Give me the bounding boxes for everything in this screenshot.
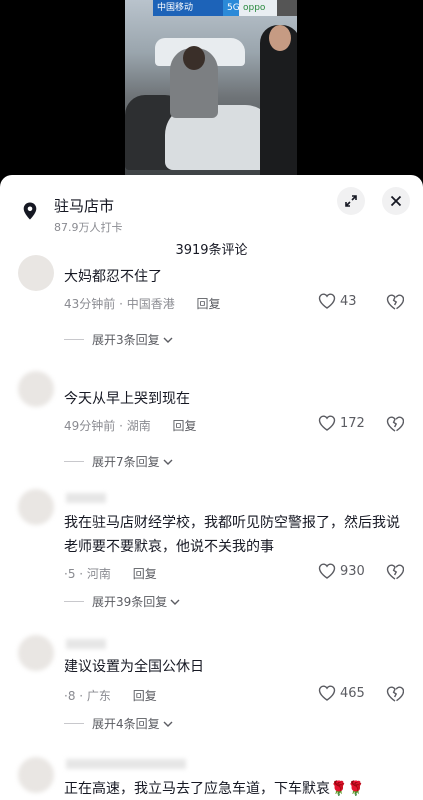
person-standing	[260, 25, 297, 175]
comment-meta: 49分钟前 · 湖南 回复	[64, 417, 197, 434]
comment-text: 建议设置为全国公休日	[64, 659, 204, 675]
comment-text: 今天从早上哭到现在	[64, 391, 190, 407]
avatar[interactable]	[18, 757, 54, 793]
heart-icon	[318, 293, 336, 309]
reply-button[interactable]: 回复	[173, 419, 197, 433]
heart-icon	[318, 415, 336, 431]
comment-text: 我在驻马店财经学校，我都听见防空警报了，然后我说老师要不要默哀，他说不关我的事	[64, 515, 400, 555]
comment-meta: ·5 · 河南 回复	[64, 565, 157, 582]
avatar[interactable]	[18, 371, 54, 407]
expand-icon	[345, 195, 357, 207]
like-button[interactable]: 172	[318, 415, 365, 431]
dislike-icon[interactable]	[386, 564, 404, 580]
avatar[interactable]	[18, 255, 54, 291]
location-pin-icon	[23, 202, 37, 220]
store-sign	[277, 0, 297, 16]
like-button[interactable]: 43	[318, 293, 357, 309]
username-blurred	[66, 493, 106, 503]
heart-icon	[318, 685, 336, 701]
comment-time-location: 49分钟前 · 湖南	[64, 419, 151, 433]
expand-replies-button[interactable]: 展开4条回复	[64, 715, 174, 732]
expand-replies-button[interactable]: 展开39条回复	[64, 593, 181, 610]
chevron-down-icon	[170, 599, 180, 605]
comments-count: 3919条评论	[175, 243, 248, 258]
store-sign: 中国移动	[153, 0, 231, 16]
like-button[interactable]: 465	[318, 685, 365, 701]
expand-button[interactable]	[337, 187, 365, 215]
expand-replies-button[interactable]: 展开3条回复	[64, 331, 174, 348]
video-frame: 中国移动 5G oppo	[125, 0, 297, 175]
username-blurred	[66, 759, 186, 769]
comment-meta: 43分钟前 · 中国香港 回复	[64, 295, 221, 312]
location-checkins: 87.9万人打卡	[54, 221, 123, 234]
reply-button[interactable]: 回复	[133, 689, 157, 703]
like-count: 930	[340, 563, 365, 579]
reply-button[interactable]: 回复	[133, 567, 157, 581]
close-icon	[390, 195, 402, 207]
comment-time-location: ·5 · 河南	[64, 567, 111, 581]
video-player[interactable]: 中国移动 5G oppo	[0, 0, 423, 185]
dislike-icon[interactable]	[386, 294, 404, 310]
like-count: 172	[340, 415, 365, 431]
like-button[interactable]: 930	[318, 563, 365, 579]
dislike-icon[interactable]	[386, 416, 404, 432]
like-count: 43	[340, 293, 357, 309]
comment-time-location: 43分钟前 · 中国香港	[64, 297, 175, 311]
comments-sheet: 驻马店市 87.9万人打卡 3919条评论 大妈都忍不住了 43分钟前 · 中国…	[0, 175, 423, 800]
person-bending	[170, 46, 218, 118]
heart-icon	[318, 563, 336, 579]
comment-text: 正在高速，我立马去了应急车道，下车默哀🌹🌹	[64, 781, 365, 797]
reply-button[interactable]: 回复	[197, 297, 221, 311]
username-blurred	[66, 639, 106, 649]
comment-meta: ·8 · 广东 回复	[64, 687, 157, 704]
expand-replies-button[interactable]: 展开7条回复	[64, 453, 174, 470]
chevron-down-icon	[163, 337, 173, 343]
comment-time-location: ·8 · 广东	[64, 689, 111, 703]
chevron-down-icon	[163, 721, 173, 727]
location-name: 驻马店市	[54, 197, 115, 215]
dislike-icon[interactable]	[386, 686, 404, 702]
comment-text: 大妈都忍不住了	[64, 269, 162, 285]
close-button[interactable]	[382, 187, 410, 215]
like-count: 465	[340, 685, 365, 701]
location-header[interactable]: 驻马店市 87.9万人打卡	[16, 193, 316, 234]
avatar[interactable]	[18, 489, 54, 525]
avatar[interactable]	[18, 635, 54, 671]
chevron-down-icon	[163, 459, 173, 465]
